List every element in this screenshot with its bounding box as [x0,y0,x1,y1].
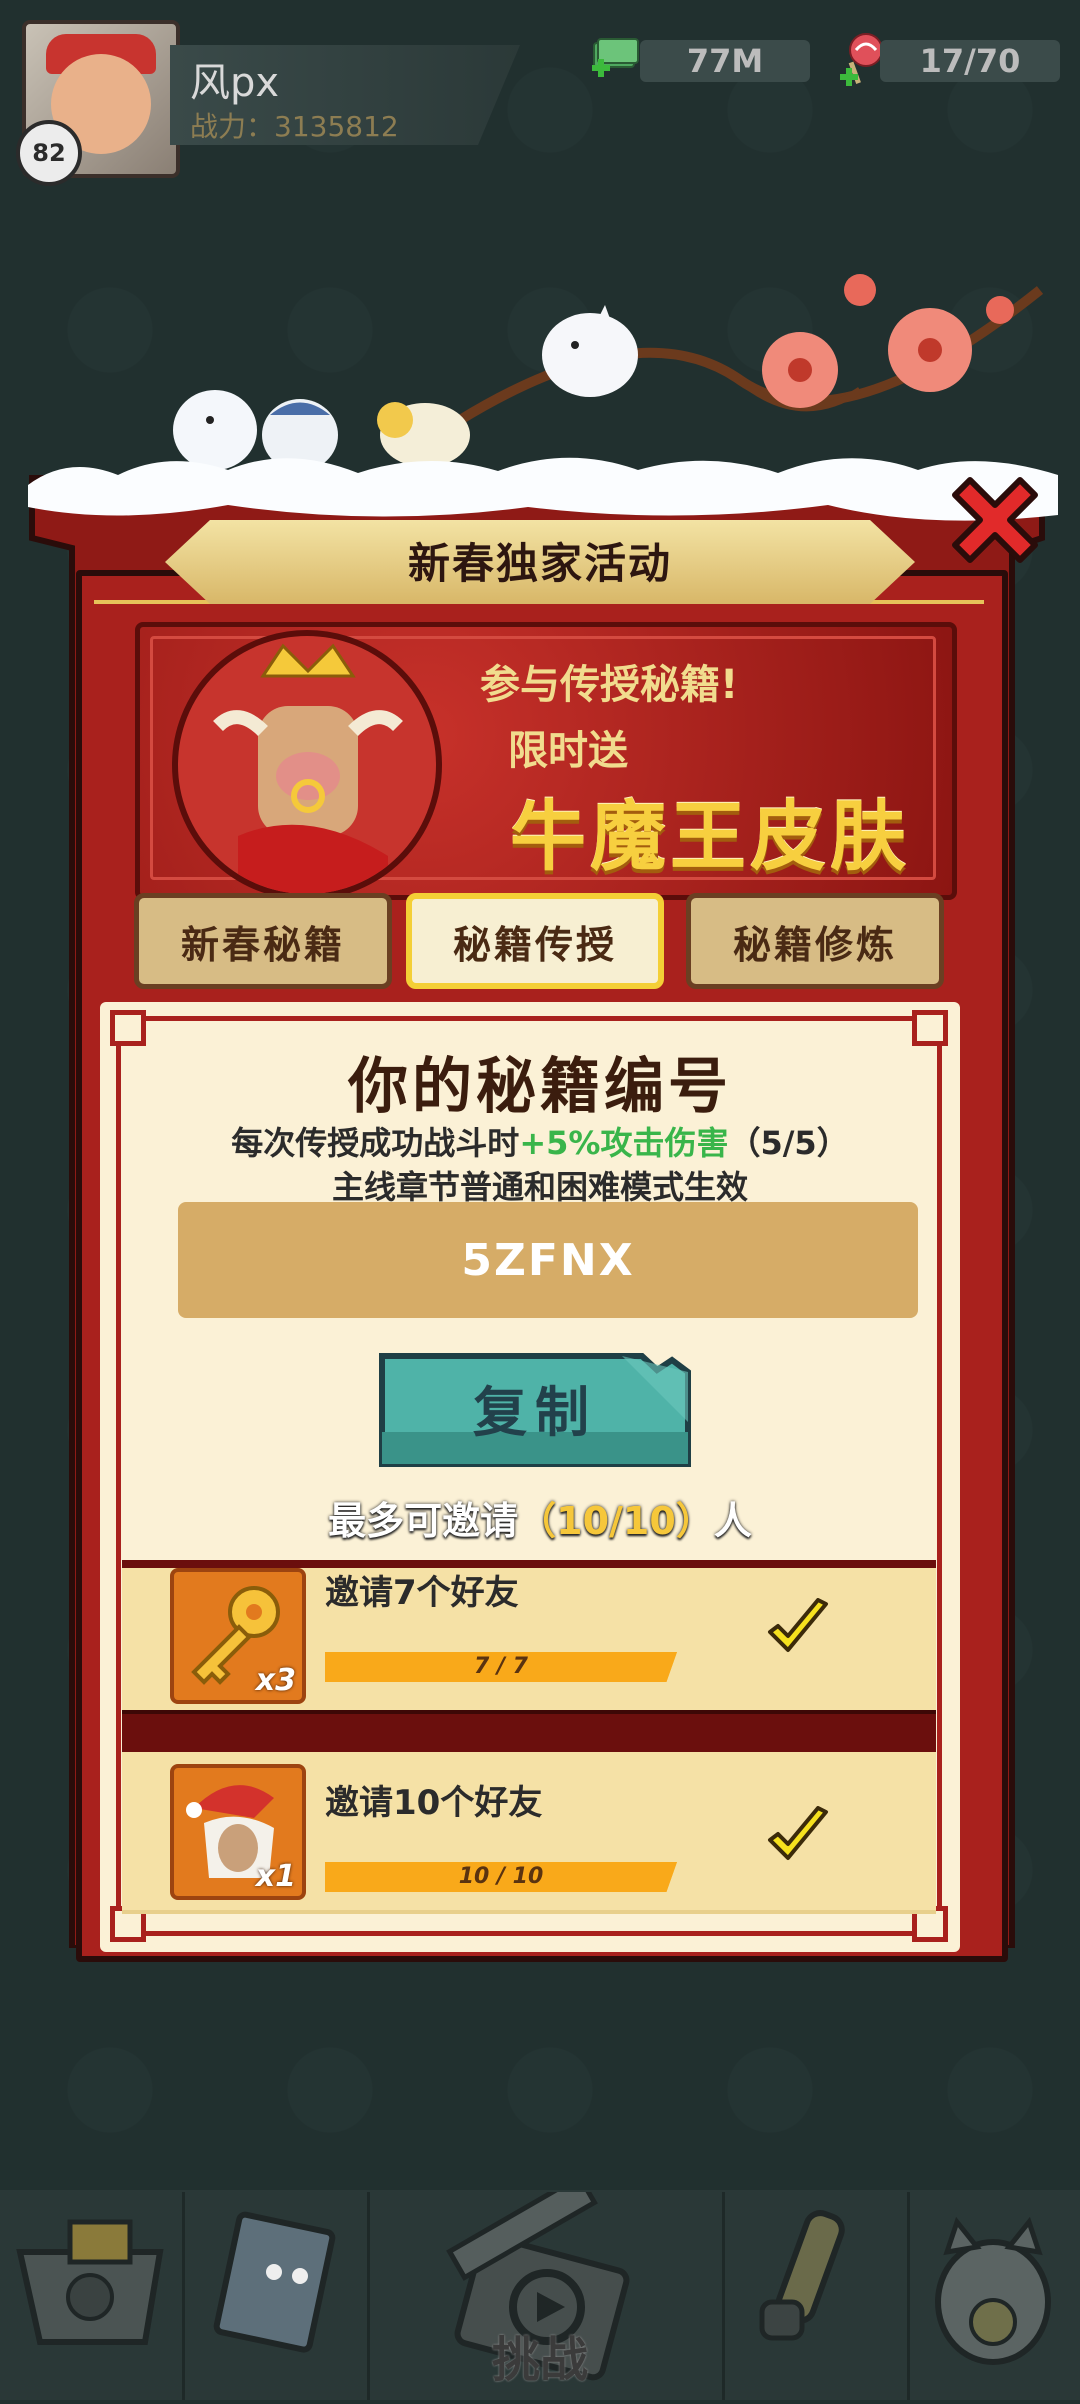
bull-king-portrait [172,630,442,900]
banner-line-limited: 限时送 [508,728,628,774]
claimed-check-icon [768,1598,828,1652]
invite-suffix: 人 [713,1499,752,1543]
reward-qty: x1 [255,1859,296,1894]
reward-label: 邀请7个好友 [325,1573,519,1613]
reward-label: 邀请10个好友 [325,1783,543,1823]
invite-count: （10/10） [518,1499,714,1543]
code-title: 你的秘籍编号 [348,1052,732,1122]
bonus-value: +5%攻击伤害 [519,1124,729,1162]
progress-text: 7 / 7 [474,1654,528,1679]
tab-secret-training[interactable]: 秘籍修炼 [686,893,944,989]
secret-code[interactable]: 5ZFNX [178,1202,918,1318]
close-button[interactable] [935,460,1055,580]
invite-limit: 最多可邀请（10/10）人 [0,1490,1080,1545]
energy-counter: 17/70 [880,40,1060,82]
nav-challenge-label: 挑战 [491,2332,588,2388]
bull-king-icon [213,643,403,894]
reward-icon[interactable]: x1 [170,1764,306,1900]
popup-title: 新春独家活动 [407,539,672,588]
banner-skin-name: 牛魔王皮肤 [510,792,910,881]
bonus-count: （5/5） [728,1124,849,1162]
reward-icon[interactable]: x3 [170,1568,306,1704]
bonus-desc-prefix: 每次传授成功战斗时 [231,1124,520,1162]
money-counter: 77M [640,40,810,82]
player-name: 风px [190,60,280,106]
reward-qty: x3 [255,1663,296,1698]
claimed-check-icon [768,1806,828,1860]
plum-blossom-branch [457,274,1044,425]
copy-button-label: 复制 [473,1381,597,1444]
cash-stack-icon[interactable] [590,35,642,83]
banner-line-join: 参与传授秘籍! [480,662,739,708]
power-value: 战力：3135812 [190,110,399,143]
tab-secret-teaching[interactable]: 秘籍传授 [406,893,664,989]
white-bird-decoration [542,305,638,397]
level-badge: 82 [16,120,82,186]
bonus-description: 每次传授成功战斗时+5%攻击伤害（5/5） [0,1118,1080,1164]
invite-prefix: 最多可邀请 [328,1499,519,1543]
tab-new-year-secret[interactable]: 新春秘籍 [134,893,392,989]
progress-text: 10 / 10 [458,1864,544,1889]
row-divider [122,1710,936,1752]
snow-on-frame [28,457,1058,521]
